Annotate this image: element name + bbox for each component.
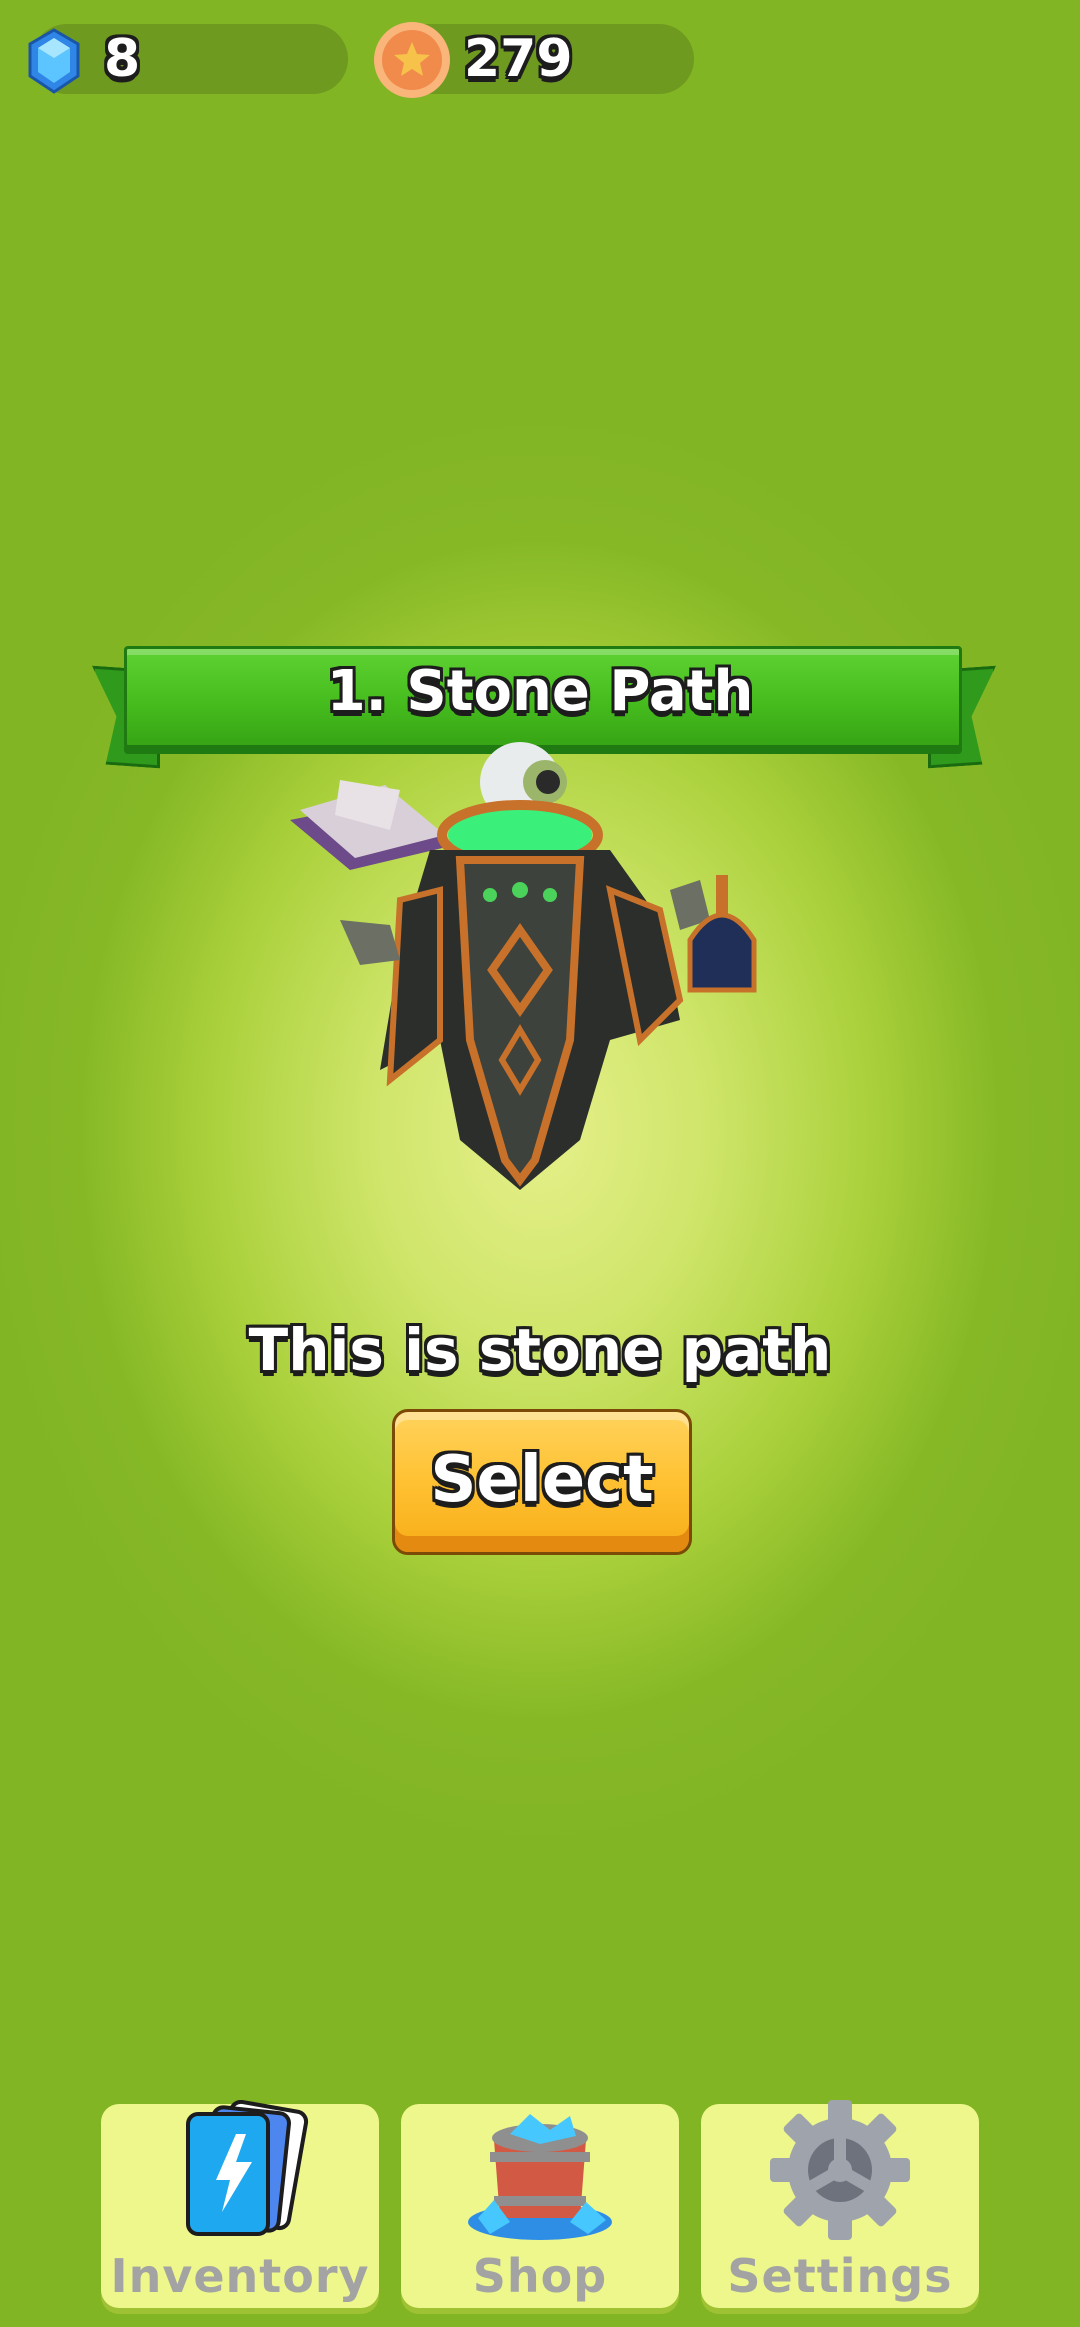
blue-gem-icon <box>28 28 80 94</box>
star-coin-icon <box>374 22 450 98</box>
shop-button[interactable]: Shop <box>401 2104 679 2308</box>
inventory-button[interactable]: Inventory <box>101 2100 379 2308</box>
cards-icon <box>186 2100 309 2236</box>
inventory-label: Inventory <box>110 2249 370 2303</box>
gem-barrel-icon <box>468 2114 612 2240</box>
level-description: This is stone path <box>248 1316 832 1384</box>
gear-icon <box>770 2100 910 2240</box>
shop-label: Shop <box>472 2249 608 2303</box>
wizard-character <box>290 742 757 1190</box>
select-button[interactable]: Select <box>392 1409 692 1555</box>
level-title: 1. Stone Path <box>326 659 754 724</box>
settings-label: Settings <box>727 2249 953 2303</box>
settings-button[interactable]: Settings <box>701 2100 979 2308</box>
select-button-label: Select <box>430 1443 654 1517</box>
gem-count: 8 <box>104 29 141 89</box>
coin-count: 279 <box>464 29 573 89</box>
